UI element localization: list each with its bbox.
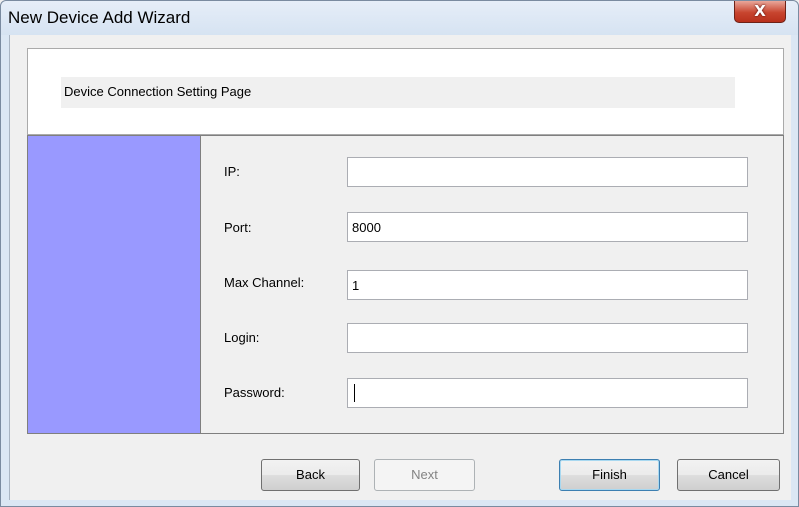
text-caret xyxy=(354,384,355,402)
login-label: Login: xyxy=(224,330,260,345)
finish-button[interactable]: Finish xyxy=(559,459,660,491)
ip-label: IP: xyxy=(224,164,240,179)
side-image-panel xyxy=(28,136,201,433)
header-panel: Device Connection Setting Page xyxy=(27,48,784,135)
port-input[interactable] xyxy=(347,212,748,242)
client-area: Device Connection Setting Page IP: Port:… xyxy=(9,35,791,500)
title-bar[interactable]: New Device Add Wizard X xyxy=(1,1,798,35)
next-button[interactable]: Next xyxy=(374,459,475,491)
password-label: Password: xyxy=(224,385,285,400)
close-button[interactable]: X xyxy=(734,1,786,23)
close-icon: X xyxy=(754,2,766,20)
back-button[interactable]: Back xyxy=(261,459,360,491)
max-channel-label: Max Channel: xyxy=(224,275,305,290)
port-label: Port: xyxy=(224,220,252,235)
wizard-window: New Device Add Wizard X Device Connectio… xyxy=(0,0,799,507)
ip-input[interactable] xyxy=(347,157,748,187)
window-title: New Device Add Wizard xyxy=(8,8,191,27)
settings-panel: IP: Port: Max Channel: Login: Password: xyxy=(27,135,784,434)
page-title: Device Connection Setting Page xyxy=(64,84,252,99)
password-input[interactable] xyxy=(347,378,748,408)
max-channel-input[interactable] xyxy=(347,270,748,300)
login-input[interactable] xyxy=(347,323,748,353)
cancel-button[interactable]: Cancel xyxy=(677,459,780,491)
